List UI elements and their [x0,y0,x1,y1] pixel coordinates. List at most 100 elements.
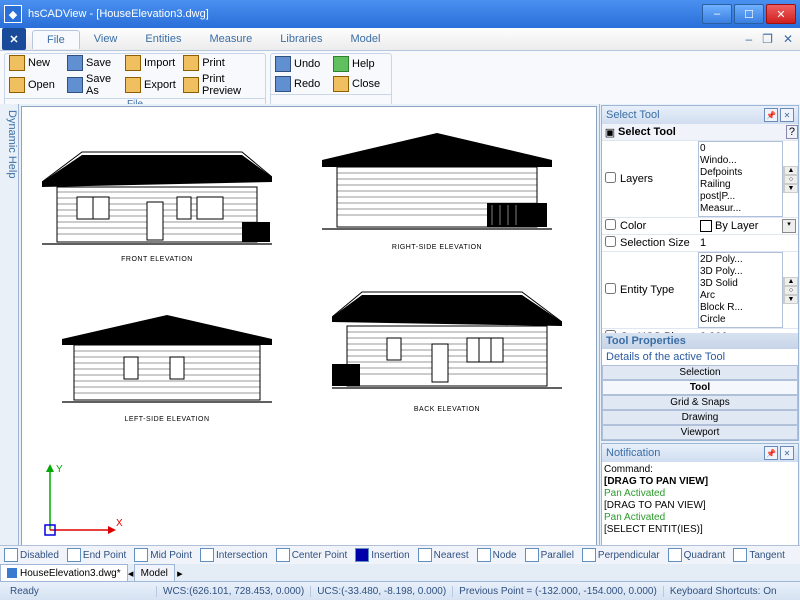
status-wcs: WCS:(626.101, 728.453, 0.000) [157,586,311,597]
osnap-toolbar: Disabled End Point Mid Point Intersectio… [0,545,800,564]
import-button[interactable]: Import [121,54,179,72]
snap-midpoint[interactable]: Mid Point [130,548,196,562]
panel-close-icon[interactable]: ✕ [780,446,794,460]
tool-properties-header[interactable]: Tool Properties [602,333,798,349]
doc-tab-model[interactable]: Model [134,564,175,582]
save-button[interactable]: Save [63,54,121,72]
canvas-wrap: FRONT ELEVATION RIGHT-SIDE ELE [19,104,599,564]
layers-up[interactable]: ▲ [784,166,798,175]
panel-close-icon[interactable]: ✕ [780,108,794,122]
intersection-icon [200,548,214,562]
dynamic-help-tab[interactable]: Dynamic Help [0,104,19,564]
snap-intersection[interactable]: Intersection [196,548,272,562]
status-prev-point: Previous Point = (-132.000, -154.000, 0.… [453,586,664,597]
snap-endpoint[interactable]: End Point [63,548,130,562]
export-button[interactable]: Export [121,72,179,98]
print-preview-button[interactable]: Print Preview [179,72,267,98]
layers-listbox[interactable]: 0Windo... DefpointsRailing post|P...Meas… [698,141,783,217]
snap-tangent[interactable]: Tangent [729,548,789,562]
node-icon [477,548,491,562]
doc-tab-file[interactable]: HouseElevation3.dwg* [0,564,128,582]
snap-nearest[interactable]: Nearest [414,548,473,562]
close-button[interactable]: ✕ [766,4,796,24]
tab-tool[interactable]: Tool [602,380,798,395]
color-value[interactable]: By Layer▾ [698,218,798,234]
notification-log[interactable]: Command: [DRAG TO PAN VIEW] Pan Activate… [602,462,798,546]
layers-down[interactable]: ▼ [784,184,798,193]
saveas-button[interactable]: Save As [63,72,121,98]
undo-icon [275,56,291,72]
snap-parallel[interactable]: Parallel [521,548,578,562]
tab-viewport[interactable]: Viewport [602,425,798,440]
menu-file[interactable]: File [32,30,80,49]
status-ready: Ready [4,586,157,597]
entity-type-checkbox[interactable] [605,283,616,294]
ucs-axes: Y X [42,458,122,541]
pin-icon[interactable]: 📌 [764,108,778,122]
help-icon[interactable]: ? [786,125,798,139]
redo-button[interactable]: Redo [271,74,329,94]
etype-up[interactable]: ▲ [784,277,798,286]
drawing-canvas[interactable]: FRONT ELEVATION RIGHT-SIDE ELE [21,106,597,562]
maximize-button[interactable]: ☐ [734,4,764,24]
disabled-icon [4,548,18,562]
undo-button[interactable]: Undo [271,54,329,74]
menu-libraries[interactable]: Libraries [266,30,336,48]
right-elevation: RIGHT-SIDE ELEVATION [322,125,552,251]
menu-view[interactable]: View [80,30,132,48]
mdi-close-button[interactable]: ✕ [778,32,798,46]
snap-disabled[interactable]: Disabled [0,548,63,562]
tab-grid-snaps[interactable]: Grid & Snaps [602,395,798,410]
redo-icon [275,76,291,92]
snap-perpendicular[interactable]: Perpendicular [578,548,664,562]
select-tool-panel: Select Tool 📌✕ ▣Select Tool? Layers 0Win… [601,105,799,441]
tab-selection[interactable]: Selection [602,365,798,380]
help-button[interactable]: Help [329,54,387,74]
selection-size-value[interactable]: 1 [698,236,798,250]
snap-insertion[interactable]: Insertion [351,548,413,562]
help-icon [333,56,349,72]
pin-icon[interactable]: 📌 [764,446,778,460]
quadrant-icon [668,548,682,562]
snap-quadrant[interactable]: Quadrant [664,548,730,562]
layers-checkbox[interactable] [605,172,616,183]
new-button[interactable]: New [5,54,63,72]
menu-entities[interactable]: Entities [131,30,195,48]
tangent-icon [733,548,747,562]
select-tool-title: Select Tool [606,109,660,121]
snap-node[interactable]: Node [473,548,521,562]
centerpoint-icon [276,548,290,562]
menu-bar: ✕ File View Entities Measure Libraries M… [0,28,800,51]
entity-type-listbox[interactable]: 2D Poly...3D Poly... 3D SolidArc Block R… [698,252,783,328]
snap-centerpoint[interactable]: Center Point [272,548,352,562]
close-file-button[interactable]: Close [329,74,387,94]
status-keyboard-shortcuts: Keyboard Shortcuts: On [664,586,783,597]
tab-drawing[interactable]: Drawing [602,410,798,425]
workspace: Dynamic Help [0,104,800,564]
left-elevation: LEFT-SIDE ELEVATION [62,307,272,423]
menu-measure[interactable]: Measure [195,30,266,48]
nearest-icon [418,548,432,562]
etype-down[interactable]: ▼ [784,295,798,304]
app-logo[interactable]: ✕ [2,28,26,50]
mdi-minimize-button[interactable]: – [740,32,757,46]
back-elevation: BACK ELEVATION [332,282,562,413]
selection-size-checkbox[interactable] [605,236,616,247]
title-bar: ◆ hsCADView - [HouseElevation3.dwg] – ☐ … [0,0,800,28]
chevron-down-icon[interactable]: ▾ [782,219,796,233]
color-checkbox[interactable] [605,219,616,230]
window-title: hsCADView - [HouseElevation3.dwg] [28,8,700,20]
parallel-icon [525,548,539,562]
midpoint-icon [134,548,148,562]
menu-model[interactable]: Model [336,30,394,48]
mdi-restore-button[interactable]: ❐ [757,32,778,46]
etype-scroll[interactable]: ○ [784,286,798,295]
minimize-button[interactable]: – [702,4,732,24]
front-elevation: FRONT ELEVATION [42,142,272,263]
print-button[interactable]: Print [179,54,237,72]
app-icon: ◆ [4,5,22,23]
layers-scroll[interactable]: ○ [784,175,798,184]
notification-title: Notification [606,447,660,459]
right-panels: Select Tool 📌✕ ▣Select Tool? Layers 0Win… [599,104,800,564]
open-button[interactable]: Open [5,72,63,98]
